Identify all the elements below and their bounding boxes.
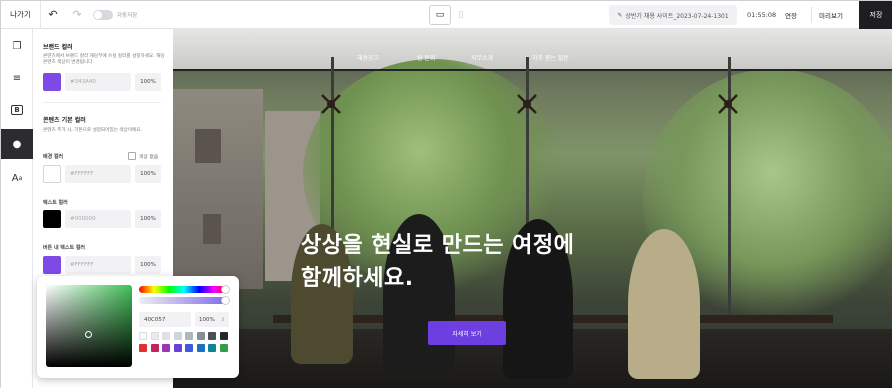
session-timer: 01:55:08 <box>747 11 777 19</box>
brand-color-hex-input[interactable]: #343A40 <box>65 73 131 91</box>
hero-nav-item[interactable]: 팀 문화 <box>417 53 435 62</box>
hero-nav-item[interactable]: 자주 묻는 질문 <box>532 53 569 62</box>
picker-opacity-input[interactable]: 100% ⇕ <box>195 312 229 327</box>
blocks-icon[interactable]: B <box>1 95 33 125</box>
hue-slider-handle[interactable] <box>221 285 230 294</box>
sections-icon[interactable]: ≡ <box>1 63 33 93</box>
brand-color-opacity-input[interactable]: 100% <box>135 73 161 91</box>
color-picker-popover: 40C057 100% ⇕ <box>37 276 239 378</box>
hero-preview[interactable]: 채용공고 팀 문화 직무소개 자주 묻는 질문 상상을 현실로 만드는 여정에 … <box>173 29 892 388</box>
color-swatch[interactable] <box>219 332 228 340</box>
hero-nav-item[interactable]: 채용공고 <box>357 53 379 62</box>
content-color-title: 콘텐츠 기본 컬러 <box>43 117 86 124</box>
color-swatch[interactable] <box>185 344 193 352</box>
button-text-color-swatch[interactable] <box>43 256 61 274</box>
preview-button[interactable]: 미리보기 <box>819 5 843 25</box>
color-swatch[interactable] <box>139 344 147 352</box>
undo-icon[interactable]: ↶ <box>41 1 65 29</box>
background-color-opacity-input[interactable]: 100% <box>135 165 161 183</box>
file-name-field[interactable]: ✎ 상반기 채용 사이트_2023-07-24-1301 <box>609 5 737 25</box>
exit-button[interactable]: 나가기 <box>1 0 41 29</box>
editor-window: 나가기 ↶ ↷ 자동저장 ▭ ▯ ✎ 상반기 채용 사이트_2023-07-24… <box>0 0 892 388</box>
picker-hex-input[interactable]: 40C057 <box>139 312 191 327</box>
text-color-opacity-input[interactable]: 100% <box>135 210 161 228</box>
pages-icon[interactable]: ❐ <box>1 31 33 61</box>
redo-icon[interactable]: ↷ <box>65 1 89 29</box>
picker-opacity-value: 100% <box>199 316 215 323</box>
text-color-label: 텍스트 컬러 <box>43 200 68 206</box>
hue-slider[interactable] <box>139 286 229 293</box>
opacity-slider[interactable] <box>139 297 229 304</box>
color-swatch[interactable] <box>219 344 228 352</box>
hero-headline-line: 함께하세요. <box>301 266 414 291</box>
brand-color-swatch[interactable] <box>43 73 61 91</box>
color-swatch[interactable] <box>208 332 216 340</box>
brand-color-description: 콘텐츠에서 브랜드 컬러 해당부에 쓰실 컬러를 설정하세요. 해당 콘텐츠 색… <box>43 54 165 66</box>
button-text-color-opacity-input[interactable]: 100% <box>135 256 161 274</box>
saturation-value-handle[interactable] <box>85 331 92 338</box>
color-swatch[interactable] <box>196 344 205 352</box>
pencil-icon: ✎ <box>617 11 623 19</box>
icon-rail: ❐ ≡ B ● Aa <box>1 29 33 388</box>
text-color-swatch[interactable] <box>43 210 61 228</box>
autosave-toggle[interactable] <box>93 9 113 20</box>
hero-image-window <box>195 129 221 163</box>
save-button[interactable]: 저장 <box>859 1 892 29</box>
typography-icon[interactable]: Aa <box>1 163 33 193</box>
background-color-hex-input[interactable]: #FFFFFF <box>65 165 131 183</box>
brand-color-title: 브랜드 컬러 <box>43 44 73 51</box>
color-swatch[interactable] <box>139 332 147 340</box>
hero-headline-line: 상상을 현실로 만드는 여정에 <box>301 233 575 258</box>
desktop-view-icon[interactable]: ▭ <box>429 5 451 25</box>
stepper-arrows-icon: ⇕ <box>220 316 225 323</box>
no-background-option[interactable]: 색상 없음 <box>128 152 158 160</box>
section-divider <box>43 102 161 103</box>
color-swatch[interactable] <box>173 332 182 340</box>
file-name-text: 상반기 채용 사이트_2023-07-24-1301 <box>625 12 729 20</box>
saturation-value-area[interactable] <box>46 285 132 367</box>
color-swatch[interactable] <box>196 332 205 340</box>
color-swatch[interactable] <box>208 344 216 352</box>
hero-image-glass-fitting <box>321 94 341 114</box>
color-swatch[interactable] <box>173 344 182 352</box>
content-color-description: 콘텐츠 추가 시, 기본으로 설정되어있는 색상이에요. <box>43 128 142 133</box>
hero-image-ceiling <box>173 29 892 69</box>
color-swatch[interactable] <box>162 344 170 352</box>
color-swatch[interactable] <box>185 332 193 340</box>
opacity-slider-handle[interactable] <box>221 296 230 305</box>
extend-button[interactable]: 연장 <box>785 5 797 25</box>
hero-image-beam <box>173 69 892 71</box>
color-swatch[interactable] <box>162 332 170 340</box>
hero-nav-item[interactable]: 직무소개 <box>471 53 493 62</box>
autosave-label: 자동저장 <box>117 12 138 19</box>
background-color-swatch[interactable] <box>43 165 61 183</box>
button-text-color-hex-input[interactable]: #FFFFFF <box>65 256 131 274</box>
background-color-label: 배경 컬러 <box>43 154 64 160</box>
hero-image-window <box>203 214 221 244</box>
mobile-view-icon[interactable]: ▯ <box>453 5 469 25</box>
no-background-label: 색상 없음 <box>139 154 159 160</box>
color-swatch[interactable] <box>150 332 159 340</box>
hero-image-glass-fitting <box>718 94 738 114</box>
no-background-checkbox[interactable] <box>128 152 136 160</box>
color-icon[interactable]: ● <box>1 129 33 159</box>
hero-image-building <box>173 89 263 289</box>
color-swatch[interactable] <box>150 344 159 352</box>
button-text-color-label: 버튼 내 텍스트 컬러 <box>43 245 86 251</box>
hero-image-glass-fitting <box>517 94 537 114</box>
learn-more-button[interactable]: 자세히 보기 <box>428 321 506 345</box>
hero-headline: 상상을 현실로 만드는 여정에 함께하세요. <box>301 229 661 295</box>
toolbar-divider <box>811 7 812 23</box>
text-color-hex-input[interactable]: #000000 <box>65 210 131 228</box>
